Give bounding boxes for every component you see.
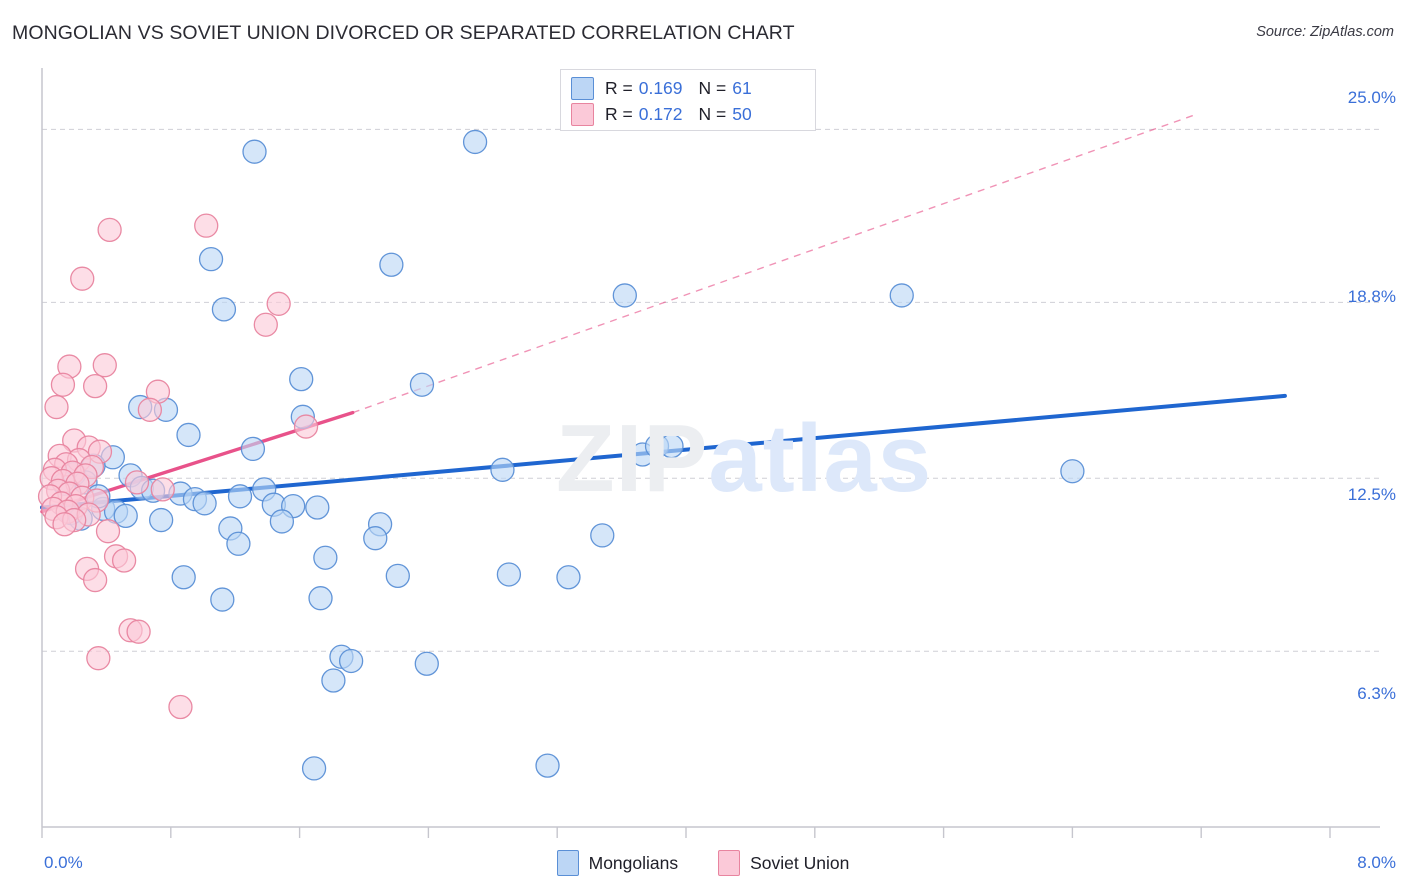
trendline-soviet-union-extension bbox=[352, 114, 1194, 414]
legend-n-label-blue: N = bbox=[698, 77, 727, 98]
data-point-mongolians[interactable] bbox=[240, 436, 266, 462]
data-point-soviet-union[interactable] bbox=[86, 646, 111, 671]
data-point-mongolians[interactable] bbox=[192, 491, 217, 516]
plot-area bbox=[37, 68, 1380, 838]
data-point-mongolians[interactable] bbox=[226, 531, 251, 556]
data-point-mongolians[interactable] bbox=[496, 562, 522, 587]
data-point-soviet-union[interactable] bbox=[95, 519, 121, 544]
data-point-mongolians[interactable] bbox=[535, 753, 560, 778]
series-points-soviet-union bbox=[37, 213, 319, 720]
data-point-mongolians[interactable] bbox=[1060, 459, 1085, 484]
data-point-soviet-union[interactable] bbox=[50, 372, 76, 397]
legend-r-label-blue: R = bbox=[605, 77, 633, 98]
legend-r-label-pink: R = bbox=[605, 103, 633, 124]
data-point-mongolians[interactable] bbox=[305, 495, 330, 520]
data-point-mongolians[interactable] bbox=[414, 651, 439, 676]
data-point-soviet-union[interactable] bbox=[111, 548, 137, 573]
data-point-mongolians[interactable] bbox=[308, 586, 333, 611]
data-point-soviet-union[interactable] bbox=[126, 619, 151, 644]
legend-row-mongolians: R = 0.169 N = 61 bbox=[571, 75, 805, 101]
legend-n-label-pink: N = bbox=[698, 103, 727, 124]
data-point-soviet-union[interactable] bbox=[137, 397, 163, 422]
data-point-mongolians[interactable] bbox=[227, 484, 253, 509]
y-axis-label-25: 25.0% bbox=[1347, 88, 1396, 107]
data-point-soviet-union[interactable] bbox=[168, 694, 193, 720]
data-point-soviet-union[interactable] bbox=[52, 512, 77, 537]
data-point-mongolians[interactable] bbox=[379, 252, 404, 277]
data-point-soviet-union[interactable] bbox=[253, 312, 278, 337]
data-point-soviet-union[interactable] bbox=[82, 567, 108, 593]
data-point-mongolians[interactable] bbox=[242, 139, 267, 164]
data-point-mongolians[interactable] bbox=[171, 565, 196, 590]
series-legend: Mongolians Soviet Union bbox=[0, 850, 1406, 876]
data-point-mongolians[interactable] bbox=[659, 433, 684, 459]
data-point-mongolians[interactable] bbox=[363, 526, 388, 551]
data-point-mongolians[interactable] bbox=[176, 422, 201, 448]
data-point-mongolians[interactable] bbox=[556, 565, 581, 590]
data-point-mongolians[interactable] bbox=[889, 283, 914, 308]
legend-row-soviet-union: R = 0.172 N = 50 bbox=[571, 101, 805, 127]
data-point-mongolians[interactable] bbox=[301, 756, 327, 781]
correlation-legend: R = 0.169 N = 61 R = 0.172 N = 50 bbox=[560, 69, 816, 131]
data-point-soviet-union[interactable] bbox=[70, 266, 95, 291]
data-point-mongolians[interactable] bbox=[321, 668, 346, 693]
data-point-mongolians[interactable] bbox=[409, 372, 435, 397]
data-point-mongolians[interactable] bbox=[338, 648, 364, 674]
data-point-soviet-union[interactable] bbox=[194, 213, 219, 238]
data-point-soviet-union[interactable] bbox=[44, 394, 69, 420]
data-point-mongolians[interactable] bbox=[385, 563, 410, 589]
data-point-soviet-union[interactable] bbox=[82, 373, 108, 399]
data-point-mongolians[interactable] bbox=[590, 523, 615, 548]
legend-r-value-blue: 0.169 bbox=[638, 77, 683, 98]
series-swatch-soviet-union-icon bbox=[718, 850, 741, 876]
legend-swatch-mongolians-icon bbox=[571, 76, 594, 100]
data-point-mongolians[interactable] bbox=[210, 587, 235, 612]
data-point-soviet-union[interactable] bbox=[293, 414, 319, 439]
y-axis-label-12-5: 12.5% bbox=[1347, 485, 1396, 504]
data-point-mongolians[interactable] bbox=[211, 297, 237, 322]
legend-n-value-blue: 61 bbox=[732, 77, 752, 98]
series-swatch-mongolians-icon bbox=[556, 850, 579, 876]
data-point-soviet-union[interactable] bbox=[150, 477, 175, 502]
y-axis-label-18-8: 18.8% bbox=[1347, 287, 1396, 306]
data-point-soviet-union[interactable] bbox=[97, 217, 122, 243]
legend-r-value-pink: 0.172 bbox=[638, 103, 683, 124]
data-point-mongolians[interactable] bbox=[148, 507, 174, 533]
data-point-mongolians[interactable] bbox=[289, 366, 314, 392]
data-point-mongolians[interactable] bbox=[612, 283, 637, 308]
data-point-soviet-union[interactable] bbox=[266, 291, 291, 316]
data-point-soviet-union[interactable] bbox=[92, 353, 117, 378]
legend-n-value-pink: 50 bbox=[732, 103, 752, 124]
legend-swatch-soviet-union-icon bbox=[571, 102, 594, 126]
data-point-mongolians[interactable] bbox=[490, 457, 515, 482]
series-legend-item-mongolians[interactable]: Mongolians bbox=[556, 850, 679, 876]
y-axis-label-6-3: 6.3% bbox=[1357, 684, 1396, 703]
data-point-mongolians[interactable] bbox=[269, 509, 295, 534]
correlation-chart: MONGOLIAN VS SOVIET UNION DIVORCED OR SE… bbox=[0, 0, 1406, 892]
data-point-mongolians[interactable] bbox=[313, 545, 338, 570]
data-point-mongolians[interactable] bbox=[462, 129, 488, 155]
series-legend-label-mongolians: Mongolians bbox=[588, 852, 679, 873]
data-point-soviet-union[interactable] bbox=[124, 470, 150, 495]
data-point-mongolians[interactable] bbox=[198, 246, 224, 272]
series-legend-item-soviet-union[interactable]: Soviet Union bbox=[718, 850, 849, 876]
series-legend-label-soviet-union: Soviet Union bbox=[750, 852, 850, 873]
